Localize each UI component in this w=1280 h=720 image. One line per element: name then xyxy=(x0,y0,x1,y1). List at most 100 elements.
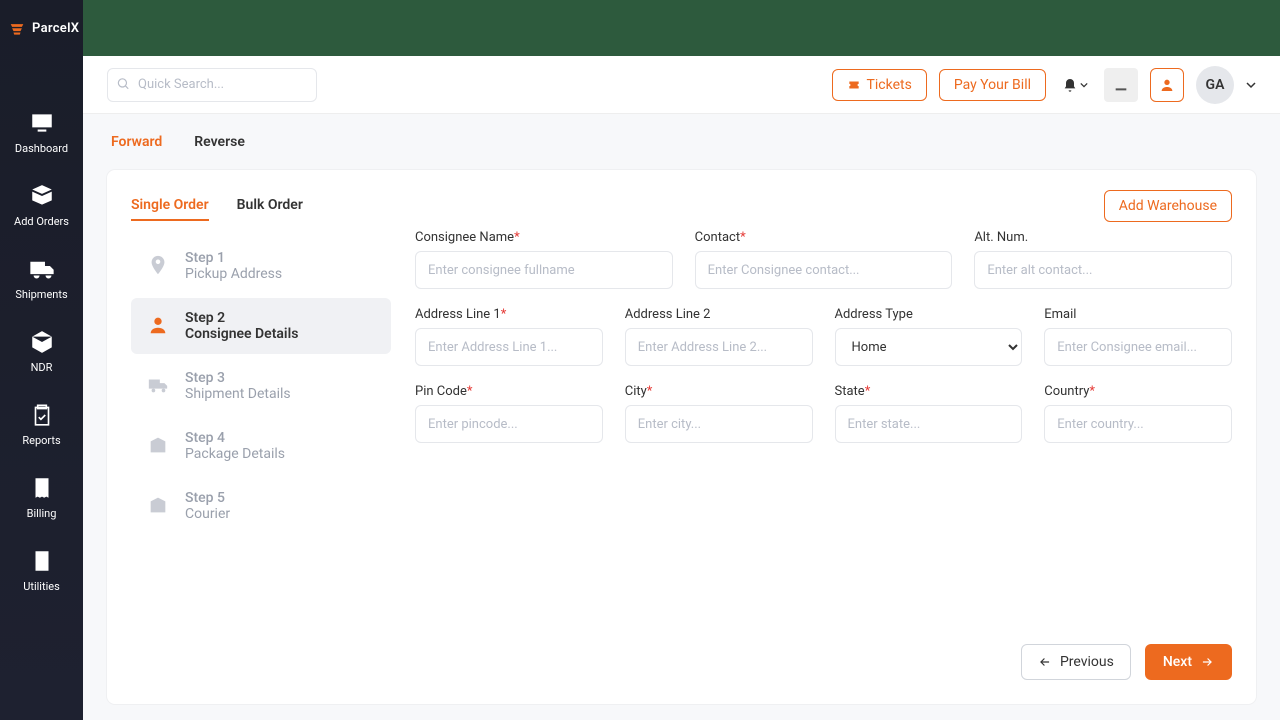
sidebar-item-ndr[interactable]: NDR xyxy=(0,315,83,388)
nav-label: Reports xyxy=(22,434,60,447)
state-input[interactable] xyxy=(835,405,1023,443)
add-warehouse-button[interactable]: Add Warehouse xyxy=(1104,190,1232,222)
city-input[interactable] xyxy=(625,405,813,443)
download-icon xyxy=(1113,77,1129,93)
truck-icon xyxy=(29,256,55,282)
step-number: Step 1 xyxy=(185,250,282,266)
field-address-type: Address Type Home xyxy=(835,307,1023,366)
step-courier[interactable]: Step 5Courier xyxy=(131,478,391,534)
field-label: Consignee Name* xyxy=(415,230,673,245)
field-label: Address Line 1* xyxy=(415,307,603,322)
user-button[interactable] xyxy=(1150,68,1184,102)
consignee-name-input[interactable] xyxy=(415,251,673,289)
field-label: State* xyxy=(835,384,1023,399)
step-pickup-address[interactable]: Step 1Pickup Address xyxy=(131,238,391,294)
step-shipment-details[interactable]: Step 3Shipment Details xyxy=(131,358,391,414)
tickets-button[interactable]: Tickets xyxy=(832,69,927,101)
field-alt-num: Alt. Num. xyxy=(974,230,1232,289)
nav-label: Shipments xyxy=(15,288,67,301)
field-pin: Pin Code* xyxy=(415,384,603,443)
sidebar-item-add-orders[interactable]: Add Orders xyxy=(0,169,83,242)
avatar-initials: GA xyxy=(1206,77,1225,93)
address-type-select[interactable]: Home xyxy=(835,328,1023,366)
sidebar: ParcelX Dashboard Add Orders Shipments N… xyxy=(0,0,83,720)
nav-label: Dashboard xyxy=(15,142,68,155)
bell-icon xyxy=(1062,77,1078,93)
field-address-2: Address Line 2 xyxy=(625,307,813,366)
field-label: Email xyxy=(1044,307,1232,322)
button-label: Previous xyxy=(1060,654,1114,670)
user-icon xyxy=(1159,77,1175,93)
pay-bill-button[interactable]: Pay Your Bill xyxy=(939,69,1046,101)
download-button[interactable] xyxy=(1104,68,1138,102)
pin-input[interactable] xyxy=(415,405,603,443)
nav-label: Utilities xyxy=(23,580,60,593)
step-number: Step 2 xyxy=(185,310,298,326)
clipboard-check-icon xyxy=(29,402,55,428)
order-card: Single Order Bulk Order Add Warehouse St… xyxy=(107,170,1256,704)
field-label: Pin Code* xyxy=(415,384,603,399)
tab-single-order[interactable]: Single Order xyxy=(131,191,209,221)
tab-reverse[interactable]: Reverse xyxy=(194,130,245,154)
step-consignee-details[interactable]: Step 2Consignee Details xyxy=(131,298,391,354)
field-address-1: Address Line 1* xyxy=(415,307,603,366)
sidebar-item-reports[interactable]: Reports xyxy=(0,388,83,461)
step-number: Step 5 xyxy=(185,490,230,506)
step-desc: Shipment Details xyxy=(185,386,291,402)
sidebar-item-dashboard[interactable]: Dashboard xyxy=(0,96,83,169)
address-2-input[interactable] xyxy=(625,328,813,366)
previous-button[interactable]: Previous xyxy=(1021,644,1131,680)
brand-icon xyxy=(8,21,26,35)
card-header: Single Order Bulk Order Add Warehouse xyxy=(131,190,1232,222)
notifications-button[interactable] xyxy=(1058,68,1092,102)
field-state: State* xyxy=(835,384,1023,443)
chevron-down-icon xyxy=(1080,81,1088,89)
field-email: Email xyxy=(1044,307,1232,366)
steps-list: Step 1Pickup Address Step 2Consignee Det… xyxy=(131,230,391,534)
step-package-details[interactable]: Step 4Package Details xyxy=(131,418,391,474)
logo[interactable]: ParcelX xyxy=(0,0,83,56)
card-body: Step 1Pickup Address Step 2Consignee Det… xyxy=(131,230,1232,534)
address-1-input[interactable] xyxy=(415,328,603,366)
tab-forward[interactable]: Forward xyxy=(111,130,162,154)
country-input[interactable] xyxy=(1044,405,1232,443)
nav-label: Add Orders xyxy=(14,215,69,228)
chevron-down-icon[interactable] xyxy=(1246,80,1256,90)
button-label: Pay Your Bill xyxy=(954,77,1031,93)
order-tabs: Single Order Bulk Order xyxy=(131,191,303,221)
step-number: Step 4 xyxy=(185,430,285,446)
sidebar-nav: Dashboard Add Orders Shipments NDR Repor… xyxy=(0,56,83,607)
avatar[interactable]: GA xyxy=(1196,66,1234,104)
next-button[interactable]: Next xyxy=(1145,644,1232,680)
search-input[interactable] xyxy=(107,68,317,102)
step-desc: Consignee Details xyxy=(185,326,298,342)
field-label: Alt. Num. xyxy=(974,230,1232,245)
button-label: Add Warehouse xyxy=(1119,198,1217,214)
field-label: Address Line 2 xyxy=(625,307,813,322)
box-icon xyxy=(145,492,171,518)
receipt-icon xyxy=(29,475,55,501)
sidebar-item-utilities[interactable]: Utilities xyxy=(0,534,83,607)
nav-label: Billing xyxy=(27,507,57,520)
package-icon xyxy=(29,329,55,355)
step-desc: Package Details xyxy=(185,446,285,462)
field-city: City* xyxy=(625,384,813,443)
step-desc: Courier xyxy=(185,506,230,522)
step-desc: Pickup Address xyxy=(185,266,282,282)
contact-input[interactable] xyxy=(695,251,953,289)
ticket-icon xyxy=(847,78,861,92)
field-label: Address Type xyxy=(835,307,1023,322)
step-number: Step 3 xyxy=(185,370,291,386)
sidebar-item-shipments[interactable]: Shipments xyxy=(0,242,83,315)
tab-bulk-order[interactable]: Bulk Order xyxy=(237,191,303,221)
form-footer: Previous Next xyxy=(131,644,1232,680)
field-consignee-name: Consignee Name* xyxy=(415,230,673,289)
field-label: City* xyxy=(625,384,813,399)
alt-num-input[interactable] xyxy=(974,251,1232,289)
email-input[interactable] xyxy=(1044,328,1232,366)
nav-label: NDR xyxy=(31,361,53,374)
field-label: Country* xyxy=(1044,384,1232,399)
user-icon xyxy=(145,312,171,338)
button-label: Tickets xyxy=(867,77,912,93)
sidebar-item-billing[interactable]: Billing xyxy=(0,461,83,534)
